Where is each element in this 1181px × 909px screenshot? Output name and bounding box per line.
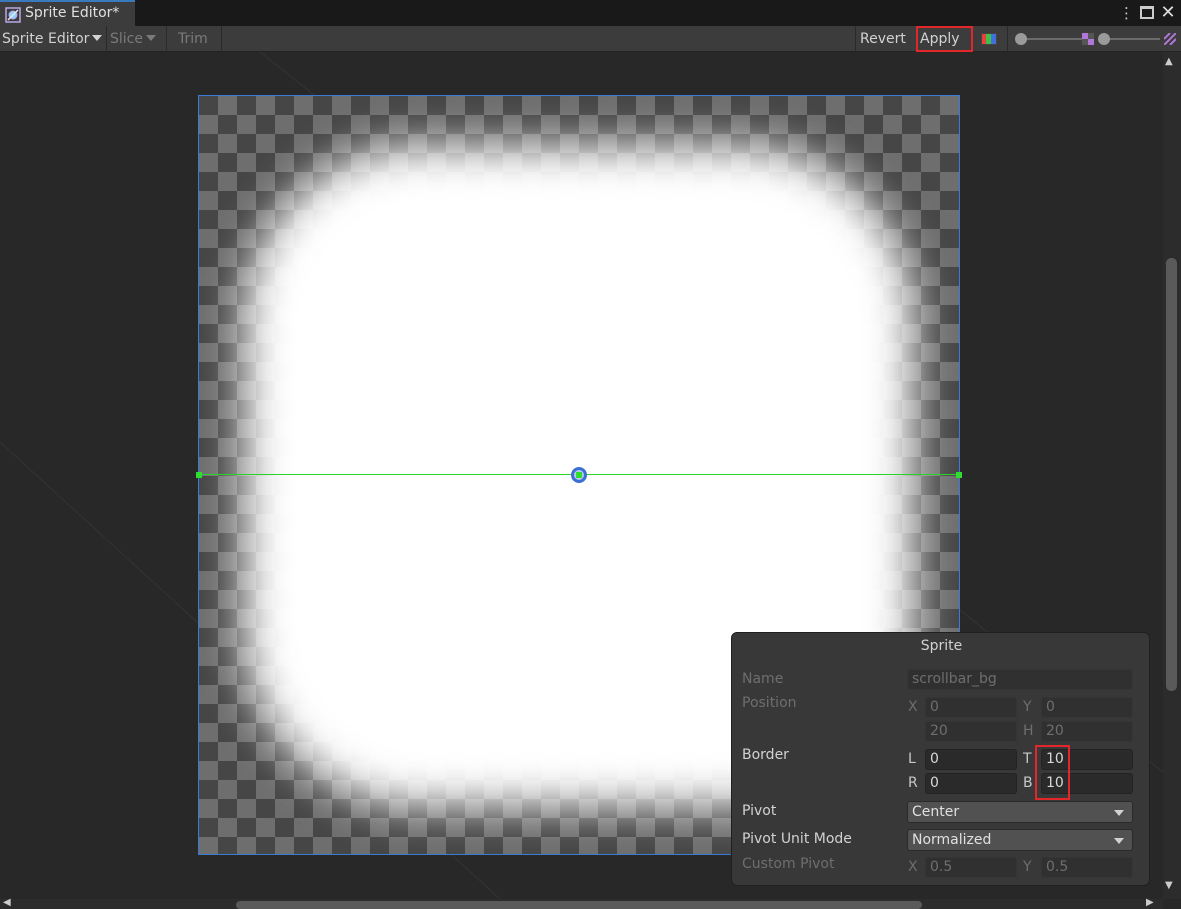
sprite-editor-icon — [5, 7, 21, 23]
pivot-dropdown[interactable]: Center — [907, 801, 1133, 823]
window-title-bar — [0, 0, 1181, 26]
border-r-label: R — [908, 775, 918, 791]
border-l-label: L — [908, 751, 916, 767]
trim-button[interactable]: Trim — [176, 26, 220, 52]
position-x-label: X — [908, 699, 918, 715]
mode-dropdown[interactable]: Sprite Editor — [0, 26, 106, 52]
color-channel-button[interactable] — [978, 26, 1000, 52]
name-field[interactable]: scrollbar_bg — [907, 669, 1133, 690]
position-x-field[interactable]: 0 — [925, 697, 1017, 718]
size-h-field[interactable]: 20 — [1041, 721, 1133, 742]
custom-pivot-y-field[interactable]: 0.5 — [1041, 857, 1133, 878]
apply-button[interactable]: Apply — [916, 26, 973, 52]
pivot-center-dot — [576, 472, 582, 478]
mode-dropdown-label: Sprite Editor — [2, 31, 90, 47]
pivot-unit-mode-label: Pivot Unit Mode — [742, 831, 852, 847]
scroll-left-arrow-icon[interactable]: ◀ — [3, 897, 11, 908]
checker-zoom-icon — [1082, 33, 1094, 45]
custom-pivot-x-field[interactable]: 0.5 — [925, 857, 1017, 878]
chevron-down-icon — [145, 35, 156, 41]
pivot-dropdown-value: Center — [912, 804, 960, 820]
pivot-unit-mode-value: Normalized — [912, 832, 992, 848]
position-y-label: Y — [1023, 699, 1032, 715]
horizontal-scrollbar-thumb[interactable] — [236, 901, 922, 909]
rgb-channel-icon — [981, 33, 997, 45]
position-y-field[interactable]: 0 — [1041, 697, 1133, 718]
custom-pivot-y-label: Y — [1023, 859, 1032, 875]
border-label: Border — [742, 747, 789, 763]
pivot-label: Pivot — [742, 803, 777, 819]
position-label: Position — [742, 695, 797, 711]
mip-level-icon — [1164, 33, 1176, 45]
kebab-menu-icon[interactable]: ⋮ — [1119, 4, 1134, 22]
border-l-field[interactable]: 0 — [925, 749, 1017, 770]
maximize-icon[interactable] — [1140, 6, 1154, 19]
pivot-unit-mode-dropdown[interactable]: Normalized — [907, 829, 1133, 851]
size-h-label: H — [1023, 723, 1034, 739]
zoom-slider-track[interactable] — [1020, 38, 1082, 40]
close-icon[interactable]: ✕ — [1159, 2, 1177, 24]
zoom-slider-handle[interactable] — [1015, 33, 1027, 45]
panel-title: Sprite — [920, 638, 963, 654]
mip-slider-track[interactable] — [1102, 38, 1160, 40]
revert-button[interactable]: Revert — [858, 26, 914, 52]
custom-pivot-x-label: X — [908, 859, 918, 875]
slice-dropdown[interactable]: Slice — [108, 26, 166, 52]
slice-dropdown-label: Slice — [110, 31, 143, 47]
border-r-field[interactable]: 0 — [925, 773, 1017, 794]
sprite-inspector-panel: Sprite Name scrollbar_bg Position X 0 Y … — [731, 632, 1150, 886]
scroll-up-arrow-icon[interactable]: ▲ — [1165, 56, 1173, 67]
size-w-field[interactable]: 20 — [925, 721, 1017, 742]
border-handle-right[interactable] — [956, 472, 962, 478]
sprite-editor-toolbar: Sprite Editor Slice Trim Revert Apply — [0, 26, 1181, 52]
custom-pivot-label: Custom Pivot — [742, 856, 835, 872]
scroll-down-arrow-icon[interactable]: ▼ — [1165, 880, 1173, 891]
vertical-scrollbar-thumb[interactable] — [1166, 258, 1177, 691]
tab-title: Sprite Editor* — [25, 5, 120, 21]
border-tb-highlight — [1035, 745, 1070, 800]
chevron-down-icon — [92, 35, 103, 41]
name-label: Name — [742, 671, 784, 687]
mip-slider-handle[interactable] — [1098, 33, 1110, 45]
border-handle-left[interactable] — [196, 472, 202, 478]
scroll-right-arrow-icon[interactable]: ▶ — [1146, 897, 1154, 908]
chevron-down-icon — [1114, 838, 1124, 844]
sprite-editor-tab[interactable]: Sprite Editor* — [0, 0, 135, 26]
chevron-down-icon — [1114, 810, 1124, 816]
